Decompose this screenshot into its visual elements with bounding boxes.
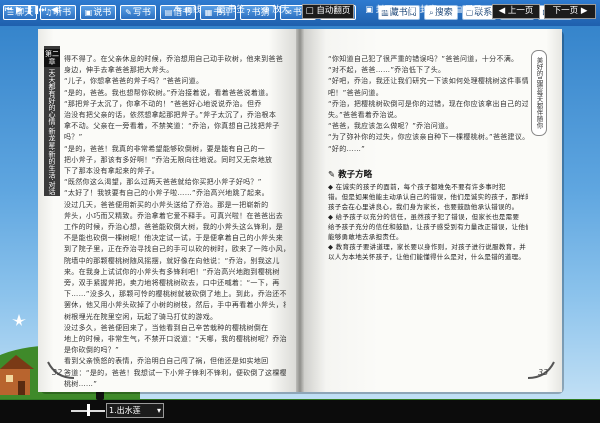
right-page-text: “你知道自己犯了很严重的错误吗？”爸爸问道，十分不满。 “对不起，爸爸……”乔治… xyxy=(328,54,528,155)
music-select[interactable]: 1.出水莲 ▾ xyxy=(106,403,164,418)
first-page-button[interactable]: ⏮ xyxy=(4,4,13,19)
text-line: 地上的时候，非常生气，不禁开口说道：“天哪，我的樱桃树呢？乔治， xyxy=(64,335,286,344)
skip-forward-icon: ⏭ xyxy=(38,5,47,15)
text-line: “既然你这么渴望，那么过两天爸爸就给你买把小斧子好吗？” xyxy=(64,178,262,187)
chapter-number: 第二章 xyxy=(44,49,60,67)
prev-icon: ◀ xyxy=(498,6,508,16)
tips-text: ◆ 在诚实的孩子的面前，每个孩子都难免不要有许多事时犯 错。但是如果他能主动承认… xyxy=(328,182,528,262)
left-page-number: 32 xyxy=(52,368,63,377)
text-line: “太好了！我铁要有自己的小斧子啦……”乔治高兴地跳了起来。 xyxy=(64,189,269,198)
next-icon: ▶ xyxy=(578,6,588,16)
text-line: 树根埋光在院里空闲，玩起了骑马打仗的游戏。 xyxy=(64,312,218,321)
text-line: 拿不动。父亲在一旁看着，不禁笑道：“乔治，你真想自己找把斧子 xyxy=(64,122,280,131)
read-aloud-button[interactable]: ▣说书 xyxy=(80,5,116,20)
text-line: 斧头，小巧而又精致。乔治拿着它爱不释手。可真兴啦！在爸爸出去 xyxy=(64,211,283,220)
write-button[interactable]: ✎写书 xyxy=(120,5,156,20)
volume-button[interactable]: ◀) xyxy=(50,4,62,19)
text-line: 吧！”爸爸问道。 xyxy=(328,88,384,97)
text-line: 下了那本没有拿起来的斧子。 xyxy=(64,167,159,176)
list-icon: ▤ xyxy=(454,5,465,15)
text-line: “为了弥补你的过失，你应该亲自种下一棵樱桃树。”爸爸建议。 xyxy=(328,133,528,142)
text-line: “好吧，乔治，我还让我们研究一下该如何处理樱桃树这件事情 xyxy=(328,77,528,86)
next-page-button[interactable]: 下一页 ▶ xyxy=(544,4,596,19)
previous-page-button[interactable]: ◀ 上一页 xyxy=(492,4,540,19)
chapter-title: 天天都有好的心情·新龙星·新的生活·对话 xyxy=(48,69,56,195)
side-tab-text: 美好的品德每天都伴随你 xyxy=(535,57,543,129)
zoom-in-icon: ⊕ xyxy=(262,5,273,15)
pause-button[interactable]: ❚❚ xyxy=(26,4,40,19)
text-line: 不是能也砍倒一棵树呢！他决定试一试，于是便拿着自己的小斧头来 xyxy=(64,234,283,243)
text-line: “儿子，你想拿爸爸的斧子吗？”爸爸问道。 xyxy=(64,77,204,86)
text-line: 罢休，他又用小斧头砍掉了小树的树枝，然后，手中再看着小斧头，将 xyxy=(64,301,286,310)
cover-button[interactable]: ▣ 封面 xyxy=(360,4,398,19)
text-line: “那把斧子太沉了，你拿不动的！”爸爸好心地说说乔治。但乔 xyxy=(64,99,262,108)
text-line: “是的，爸爸！我真的非常希望能够砍倒树，要是能有自己的一 xyxy=(64,144,266,153)
back-cover-button[interactable]: ▣ 封底 xyxy=(404,4,442,19)
text-line: “对不起，爸爸……”乔治低下了头。 xyxy=(328,66,446,75)
zoom-in-button[interactable]: ⊕ 放大 xyxy=(256,4,296,19)
text-line: “乔治，把樱桃树砍倒可是你的过错，现在你应该拿出自己的过 xyxy=(328,99,528,108)
right-page-number: 33 xyxy=(538,368,549,377)
text-line: “爸爸，我应该怎么做呢？”乔治问道。 xyxy=(328,122,453,131)
skip-back-icon: ⏮ xyxy=(4,5,13,15)
bookmark-icon: ▥ xyxy=(217,5,228,15)
pen-icon: ✎ xyxy=(125,8,132,17)
tip-line: 孩子会在心里讲良心，我们身为家长，也要鼓励他承认错误的。 xyxy=(328,203,519,211)
text-line: 答道：“是的，爸爸！我想试一下小斧子锋利不锋利，便砍倒了这棵樱 xyxy=(64,368,286,377)
tip-line: ◆ 给予孩子以充分的信任，虽然孩子犯了错误，但家长也是需要 xyxy=(328,213,520,221)
chevron-down-icon: ▾ xyxy=(156,406,161,415)
book-spine xyxy=(296,29,304,392)
text-line: “好的……” xyxy=(328,144,366,153)
last-page-button[interactable]: ⏭ xyxy=(38,4,47,19)
tip-line: 给予孩子充分的信任和鼓励，让孩子感受到有力量改正错误，让他们 xyxy=(328,223,528,231)
text-line: 吗？” xyxy=(64,133,83,142)
text-line: 院墙中的那颗樱桃树随风摇摆，就好像在向他说：“乔治，别我这儿 xyxy=(64,256,280,265)
tip-line: 能够勇敢地去承担责任。 xyxy=(328,233,403,241)
text-line: “是的，爸爸。我也想帮你砍树。”乔治接着说，看着爸爸说着道。 xyxy=(64,88,273,97)
text-line: 下……”没多久，那颗可怜的樱桃树就被砍倒了地上。到此，乔治还不 xyxy=(64,290,286,299)
backcover-icon: ▣ xyxy=(409,5,420,15)
tip-line: ◆ 教育孩子要讲道理，家长要以身作则，对孩子进行说服教育，并 xyxy=(328,243,527,251)
pencil-icon: ✎ xyxy=(328,170,339,180)
left-page-text: 得不得了。在父亲休息的时候，乔治想用自己动手砍树，他来到爸爸 身边，伸手去拿爸爸… xyxy=(64,54,286,390)
text-line: “你知道自己犯了很严重的错误吗？”爸爸问道，十分不满。 xyxy=(328,55,519,63)
cover-icon: ▣ xyxy=(365,5,376,15)
text-line: 没过多久，爸爸便回来了，当他看到自己辛苦栽种的樱桃树倒在 xyxy=(64,323,269,332)
right-side-tab: 美好的品德每天都伴随你 xyxy=(531,50,547,136)
tip-line: 错。但是如果他能主动承认自己的错误，他们是诚实的孩子，那样的 xyxy=(328,193,528,201)
draw-icon: ✎ xyxy=(174,5,185,15)
tip-line: 以人为本地关怀孩子，让他们能懂得什么是对，什么是错的道理。 xyxy=(328,253,526,261)
play-button[interactable]: ▶ xyxy=(15,4,24,19)
volume-slider-handle[interactable] xyxy=(87,404,90,416)
contents-button[interactable]: ▤ 目录 xyxy=(448,4,488,19)
text-line: 把小斧子，那该有多好啊！”乔治无限向往地说。同时又无奈地放 xyxy=(64,155,273,164)
play-icon: ▶ xyxy=(16,5,23,15)
tips-title: ✎ 教子方略 xyxy=(328,170,373,180)
text-line: 失。”爸爸看着乔治说。 xyxy=(328,111,402,120)
text-line: 到了院子里，正在乔治寻找自己的手可以砍的树时，欧来了一阵小风， xyxy=(64,245,286,254)
text-line: 旁，双手紧握斧把，卖力地将樱桃树砍去，口中还喊着：“一下，再 xyxy=(64,279,280,288)
checkbox-icon: □ xyxy=(305,6,317,16)
text-line: 是你砍倒的吗？” xyxy=(64,346,120,355)
tip-line: ◆ 在诚实的孩子的面前，每个孩子都难免不要有许多事时犯 xyxy=(328,183,506,191)
text-line: 工作的时候，乔治心想，爸爸能砍倒大树，我的小斧头这么锋利，是 xyxy=(64,223,283,232)
text-line: 治没有把父亲的话，依然想拿起那把斧子。”斧子太沉了，乔治根本 xyxy=(64,111,277,120)
bird-icon xyxy=(12,314,26,326)
text-line: 身边，伸手去拿爸爸那把大斧头。 xyxy=(64,66,174,75)
bookmark-button[interactable]: ▥ 书签 xyxy=(212,4,250,19)
speaker-icon: ◀) xyxy=(51,5,61,15)
house-icon xyxy=(0,355,34,395)
text-line: 桃树……” xyxy=(64,379,98,388)
draw-line-button[interactable]: ✎ 画线 xyxy=(170,4,206,19)
chapter-tab: 第二章 天天都有好的心情·新龙星·新的生活·对话 xyxy=(44,46,60,196)
text-line: 没过几天，爸爸便用新买的小斧头送给了乔治。那是一把崭新的 xyxy=(64,200,269,209)
text-line: 来。在我身上试试你的小斧头有多锋利吧！”乔治高兴地跑到樱桃树 xyxy=(64,267,280,276)
text-line: 看到父亲愤怒的表情，乔治明白自己闯了祸，但他还是如实地回 xyxy=(64,357,269,366)
auto-flip-button[interactable]: □ 自动翻页 xyxy=(302,4,354,19)
text-line: 得不得了。在父亲休息的时候，乔治想用自己动手砍树，他来到爸爸 xyxy=(64,55,283,63)
book-icon: ▣ xyxy=(84,8,93,17)
